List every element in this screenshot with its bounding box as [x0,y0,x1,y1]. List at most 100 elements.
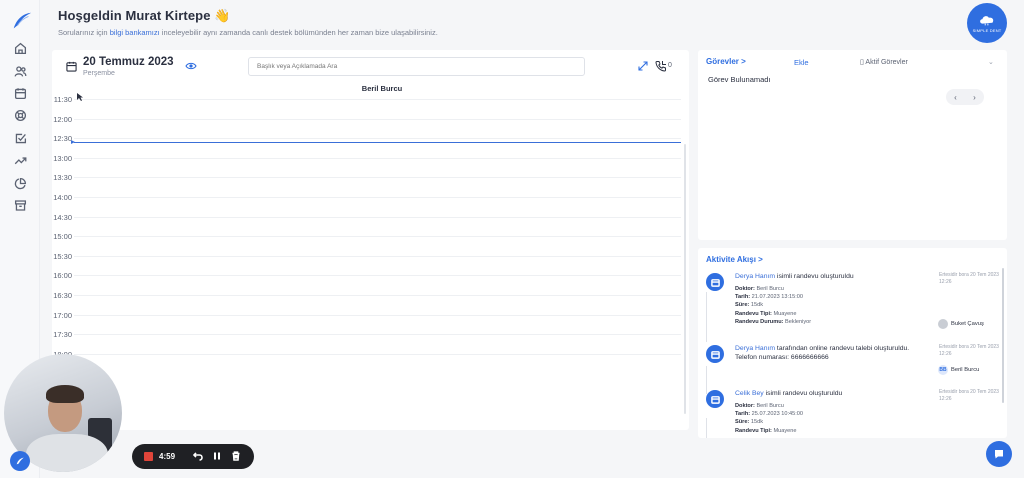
pause-icon[interactable] [211,450,223,462]
detail-value: 15dk [749,419,763,426]
add-task-button[interactable]: Ekle [794,58,809,67]
app-logo[interactable] [11,10,33,32]
task-check-icon[interactable] [12,130,28,146]
activity-message: Celik Bey isimli randevu oluşturuldu [735,389,925,398]
trending-icon[interactable] [12,152,28,168]
time-label: 11:30 [53,95,72,104]
detail-value: Muayene [771,427,797,434]
calendar-grid[interactable]: 11:30 12:00 12:30 13:00 13:30 14:00 14:30 15:00… [53,94,681,430]
activity-details: Doktor: Beril Burcu Tarih: 21.07.2023 13… [735,285,811,326]
detail-row: Randevu Tipi: Muayene [735,427,803,435]
timeline-connector [706,418,707,438]
activity-time: Ertesidir bora 20 Tem 2023 12:26 [939,344,999,357]
time-slot-line [74,314,681,316]
calendar-scrollbar[interactable] [684,144,686,414]
activity-time: Ertesidir bora 20 Tem 2023 12:26 [939,389,999,402]
time-label: 15:30 [53,251,72,261]
activity-details: Doktor: Beril Burcu Tarih: 25.07.2023 10… [735,402,803,435]
prev-page-button[interactable]: ‹ [954,93,957,102]
doctor-column-header: Beril Burcu [361,84,403,93]
task-filter-select[interactable]: ▯ Aktif Görevler [860,58,908,66]
patient-name-link[interactable]: Celik Bey [735,390,764,397]
expand-icon[interactable] [638,61,648,71]
detail-value: 25.07.2023 10:45:00 [750,411,804,418]
patient-name-link[interactable]: Derya Hanım [735,273,775,280]
welcome-subtitle: Sorularınız için bilgi bankamızı inceley… [58,28,438,37]
time-slot-line [74,177,681,179]
time-label: 12:00 [53,114,72,124]
archive-icon[interactable] [12,197,28,213]
brand-badge[interactable]: SIMPLE DENT [967,3,1007,43]
calendar-date[interactable]: 20 Temmuz 2023 [83,56,174,68]
activity-user: BB Beril Burcu [938,365,979,375]
calendar-icon [706,390,724,408]
detail-row: Tarih: 21.07.2023 13:15:00 [735,293,811,301]
call-count: 0 [668,62,672,69]
tasks-panel: Görevler > Ekle ▯ Aktif Görevler ⌄ Görev… [698,50,1007,240]
patient-name-link[interactable]: Derya Hanım [735,345,775,352]
search-input[interactable] [248,57,585,76]
detail-value: 21.07.2023 13:15:00 [750,294,804,301]
phone-call-icon[interactable] [655,60,667,72]
activity-message: Derya Hanım tarafından online randevu ta… [735,344,925,362]
webcam-person-body [26,434,108,472]
time-slot-line [74,197,681,198]
detail-key: Tarih: [735,411,751,418]
undo-icon[interactable] [192,450,204,462]
support-icon[interactable] [12,107,28,123]
live-chat-button[interactable] [986,441,1012,467]
time-slot-line [74,99,681,100]
activity-time: Ertesidir bora 20 Tem 2023 12:26 [939,272,999,285]
detail-key: Randevu Tipi: [735,427,772,434]
mouse-cursor-icon [77,93,83,101]
time-slot-line [74,216,681,218]
home-icon[interactable] [12,40,28,56]
detail-key: Randevu Tipi: [735,310,772,317]
time-slot-line [74,353,681,355]
screen-recorder-bar: 4:59 [132,444,254,469]
time-label: 16:30 [53,291,72,300]
webcam-person-hair [46,385,84,403]
calendar-date-icon [66,61,77,72]
eye-icon[interactable] [185,61,197,71]
time-label: 12:30 [53,134,72,144]
detail-key: Süre: [735,302,750,309]
calendar-icon[interactable] [12,85,28,101]
time-label: 14:00 [53,193,72,202]
time-label: 13:00 [53,153,72,163]
detail-row: Doktor: Beril Burcu [735,402,803,410]
trash-icon[interactable] [230,450,242,462]
activity-user: Buket Çavuş [938,319,984,329]
users-icon[interactable] [12,63,28,79]
stop-recording-button[interactable] [144,452,153,461]
time-label: 17:30 [53,330,72,340]
chevron-down-icon[interactable]: ⌄ [988,58,994,66]
time-label: 13:30 [53,173,72,183]
detail-value: 15dk [749,302,763,309]
next-page-button[interactable]: › [973,93,976,102]
detail-value: Beril Burcu [754,403,784,409]
tasks-title-link[interactable]: Görevler > [706,57,746,66]
activity-scrollbar[interactable] [1002,268,1004,403]
time-slot-line [74,295,681,296]
recorder-logo-icon[interactable] [10,451,30,471]
detail-key: Randevu Durumu: [735,318,784,325]
time-slot-line [74,138,681,140]
detail-key: Süre: [735,419,750,426]
current-time-marker [71,140,75,144]
knowledge-base-link[interactable]: bilgi bankamızı [110,28,160,37]
welcome-header: Hoşgeldin Murat Kirtepe 👋 [58,8,231,24]
detail-row: Doktor: Beril Burcu [735,285,811,293]
task-pager: ‹ › [946,89,984,105]
user-name: Buket Çavuş [951,321,984,327]
activity-text: isimli randevu oluşturuldu [763,390,843,397]
detail-key: Doktor: [735,286,755,292]
time-label: 17:00 [53,310,72,320]
detail-row: Süre: 15dk [735,418,803,426]
user-name: Beril Burcu [951,367,980,373]
detail-key: Doktor: [735,403,755,409]
activity-title-link[interactable]: Aktivite Akışı > [706,255,763,264]
pie-chart-icon[interactable] [12,175,28,191]
time-slot-line [74,118,681,120]
detail-value: Bekleniyor [783,318,812,325]
